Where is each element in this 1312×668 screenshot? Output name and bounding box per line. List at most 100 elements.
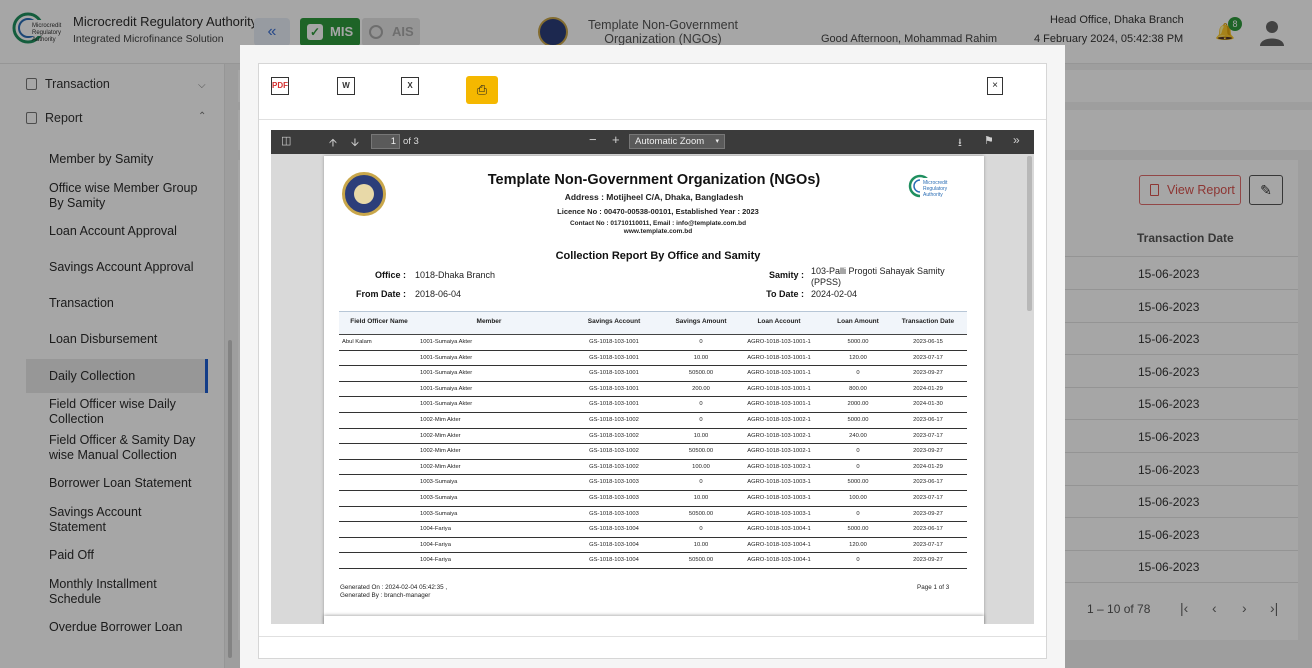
table-cell: 5000.00 [847, 479, 869, 486]
table-cell: 0 [856, 463, 860, 470]
table-cell: 2023-09-27 [913, 557, 943, 564]
table-cell: 2024-01-29 [913, 463, 943, 470]
table-cell: AGRO-1018-103-1002-1 [747, 448, 811, 455]
table-column-header: Loan Amount [837, 318, 879, 325]
previous-page-icon[interactable]: 🡩 [329, 134, 337, 153]
table-cell: 1001-Sumaiya Akter [420, 385, 473, 392]
divider [339, 365, 967, 367]
zoom-in-icon[interactable]: + [612, 132, 620, 147]
table-cell: Abul Kalam [342, 339, 372, 345]
report-title: Collection Report By Office and Samity [555, 250, 761, 262]
report-licence: Licence No : 00470-00538-00101, Establis… [557, 207, 759, 216]
table-column-header: Savings Account [587, 318, 641, 325]
table-cell: GS-1018-103-1004 [589, 541, 639, 548]
report-contact: Contact No : 01710110011, Email : info@t… [569, 220, 747, 227]
table-cell: 0 [856, 448, 860, 455]
print-button[interactable]: ⎙ [466, 76, 498, 104]
divider [339, 349, 967, 351]
modal-content: PDF W X ⎙ × ◫ 🡩 🡫 1 of 3 − + Automatic Z… [258, 63, 1047, 659]
download-icon[interactable]: ⭳ [958, 134, 962, 153]
page-count: of 3 [403, 136, 419, 147]
table-cell: 10.00 [693, 354, 709, 361]
table-cell: AGRO-1018-103-1001-1 [747, 370, 811, 377]
office-value: 1018-Dhaka Branch [415, 270, 496, 280]
zoom-select-value: Automatic Zoom [635, 136, 705, 147]
report-address: Address : Motijheel C/A, Dhaka, Banglade… [564, 192, 744, 202]
divider [339, 396, 967, 398]
pdf-next-page [324, 616, 984, 624]
table-cell: 2023-07-17 [913, 432, 943, 439]
word-file-icon[interactable]: W [337, 77, 355, 95]
table-cell: AGRO-1018-103-1002-1 [747, 432, 811, 439]
table-column-header: Member [476, 318, 502, 325]
table-cell: AGRO-1018-103-1003-1 [747, 510, 811, 517]
table-cell: AGRO-1018-103-1002-1 [747, 417, 811, 423]
table-cell: 1003-Sumaiya [420, 479, 458, 486]
table-cell: 2023-09-27 [913, 510, 943, 517]
table-cell: 2023-09-27 [913, 448, 943, 455]
table-cell: 120.00 [849, 541, 867, 548]
samity-value: 103-Palli Progoti Sahayak Samity (PPSS) [811, 266, 945, 287]
table-cell: 10.00 [693, 541, 709, 548]
divider [339, 521, 967, 523]
table-cell: 0 [699, 339, 703, 345]
table-cell: AGRO-1018-103-1001-1 [747, 339, 811, 345]
table-cell: GS-1018-103-1001 [589, 385, 639, 392]
table-cell: AGRO-1018-103-1001-1 [747, 385, 811, 392]
table-cell: 50500.00 [688, 510, 714, 517]
next-page-icon[interactable]: 🡫 [351, 134, 359, 153]
table-cell: 2023-06-15 [913, 339, 943, 345]
divider [339, 474, 967, 476]
zoom-out-icon[interactable]: − [589, 132, 597, 147]
excel-file-icon[interactable]: X [401, 77, 419, 95]
table-cell: 100.00 [849, 495, 867, 501]
table-column-header: Loan Account [757, 318, 801, 325]
divider [339, 380, 967, 382]
sidebar-toggle-icon[interactable]: ◫ [281, 134, 291, 147]
table-cell: 1002-Mim Akter [420, 448, 461, 455]
table-cell: 5000.00 [847, 526, 869, 533]
chevron-down-icon: ▾ [715, 138, 719, 145]
report-org-title: Template Non-Government Organization (NG… [487, 172, 821, 188]
divider [339, 458, 967, 460]
table-cell: GS-1018-103-1001 [589, 339, 639, 345]
table-cell: 1004-Fariya [420, 526, 451, 533]
generated-on: Generated On : 2024-02-04 05:42:35 , [340, 584, 448, 591]
table-cell: GS-1018-103-1001 [589, 354, 639, 361]
close-button[interactable]: × [987, 77, 1003, 95]
table-cell: 2023-07-17 [913, 354, 943, 361]
to-date-value: 2024-02-04 [811, 289, 858, 299]
table-cell: 200.00 [692, 385, 710, 392]
tools-menu-icon[interactable]: » [1013, 133, 1020, 147]
office-label: Office : [374, 270, 406, 280]
table-cell: GS-1018-103-1002 [589, 417, 639, 423]
page-number-input[interactable]: 1 [371, 134, 400, 149]
table-cell: GS-1018-103-1004 [589, 557, 639, 564]
divider [339, 427, 967, 429]
pdf-file-icon[interactable]: PDF [271, 77, 289, 95]
table-cell: 1001-Sumaiya Akter [420, 370, 473, 377]
table-cell: AGRO-1018-103-1003-1 [747, 495, 811, 501]
table-cell: 10.00 [693, 432, 709, 439]
table-cell: GS-1018-103-1002 [589, 463, 639, 470]
pdf-scrollbar[interactable] [1027, 156, 1032, 311]
table-cell: GS-1018-103-1001 [589, 401, 639, 408]
pdf-page: Microcredit Regulatory Authority Templat… [324, 156, 984, 624]
table-cell: AGRO-1018-103-1001-1 [747, 401, 811, 408]
table-cell: GS-1018-103-1003 [589, 495, 639, 501]
table-cell: 2023-07-17 [913, 495, 943, 501]
divider [259, 636, 1046, 637]
bookmark-icon[interactable]: ⚑ [984, 134, 994, 147]
table-cell: 50500.00 [688, 448, 714, 455]
table-cell: 0 [856, 510, 860, 517]
table-cell: 1003-Sumaiya [420, 510, 458, 517]
table-cell: 50500.00 [688, 557, 714, 564]
table-column-header: Savings Amount [675, 318, 727, 325]
table-column-header: Field Officer Name [350, 318, 408, 325]
zoom-select[interactable]: Automatic Zoom ▾ [629, 134, 725, 149]
divider [339, 489, 967, 491]
to-date-label: To Date : [766, 289, 804, 299]
divider [339, 567, 967, 569]
pdf-toolbar: ◫ 🡩 🡫 1 of 3 − + Automatic Zoom ▾ ⭳ ⚑ » [271, 130, 1034, 154]
report-generated-info: Generated On : 2024-02-04 05:42:35 , Gen… [340, 584, 447, 599]
